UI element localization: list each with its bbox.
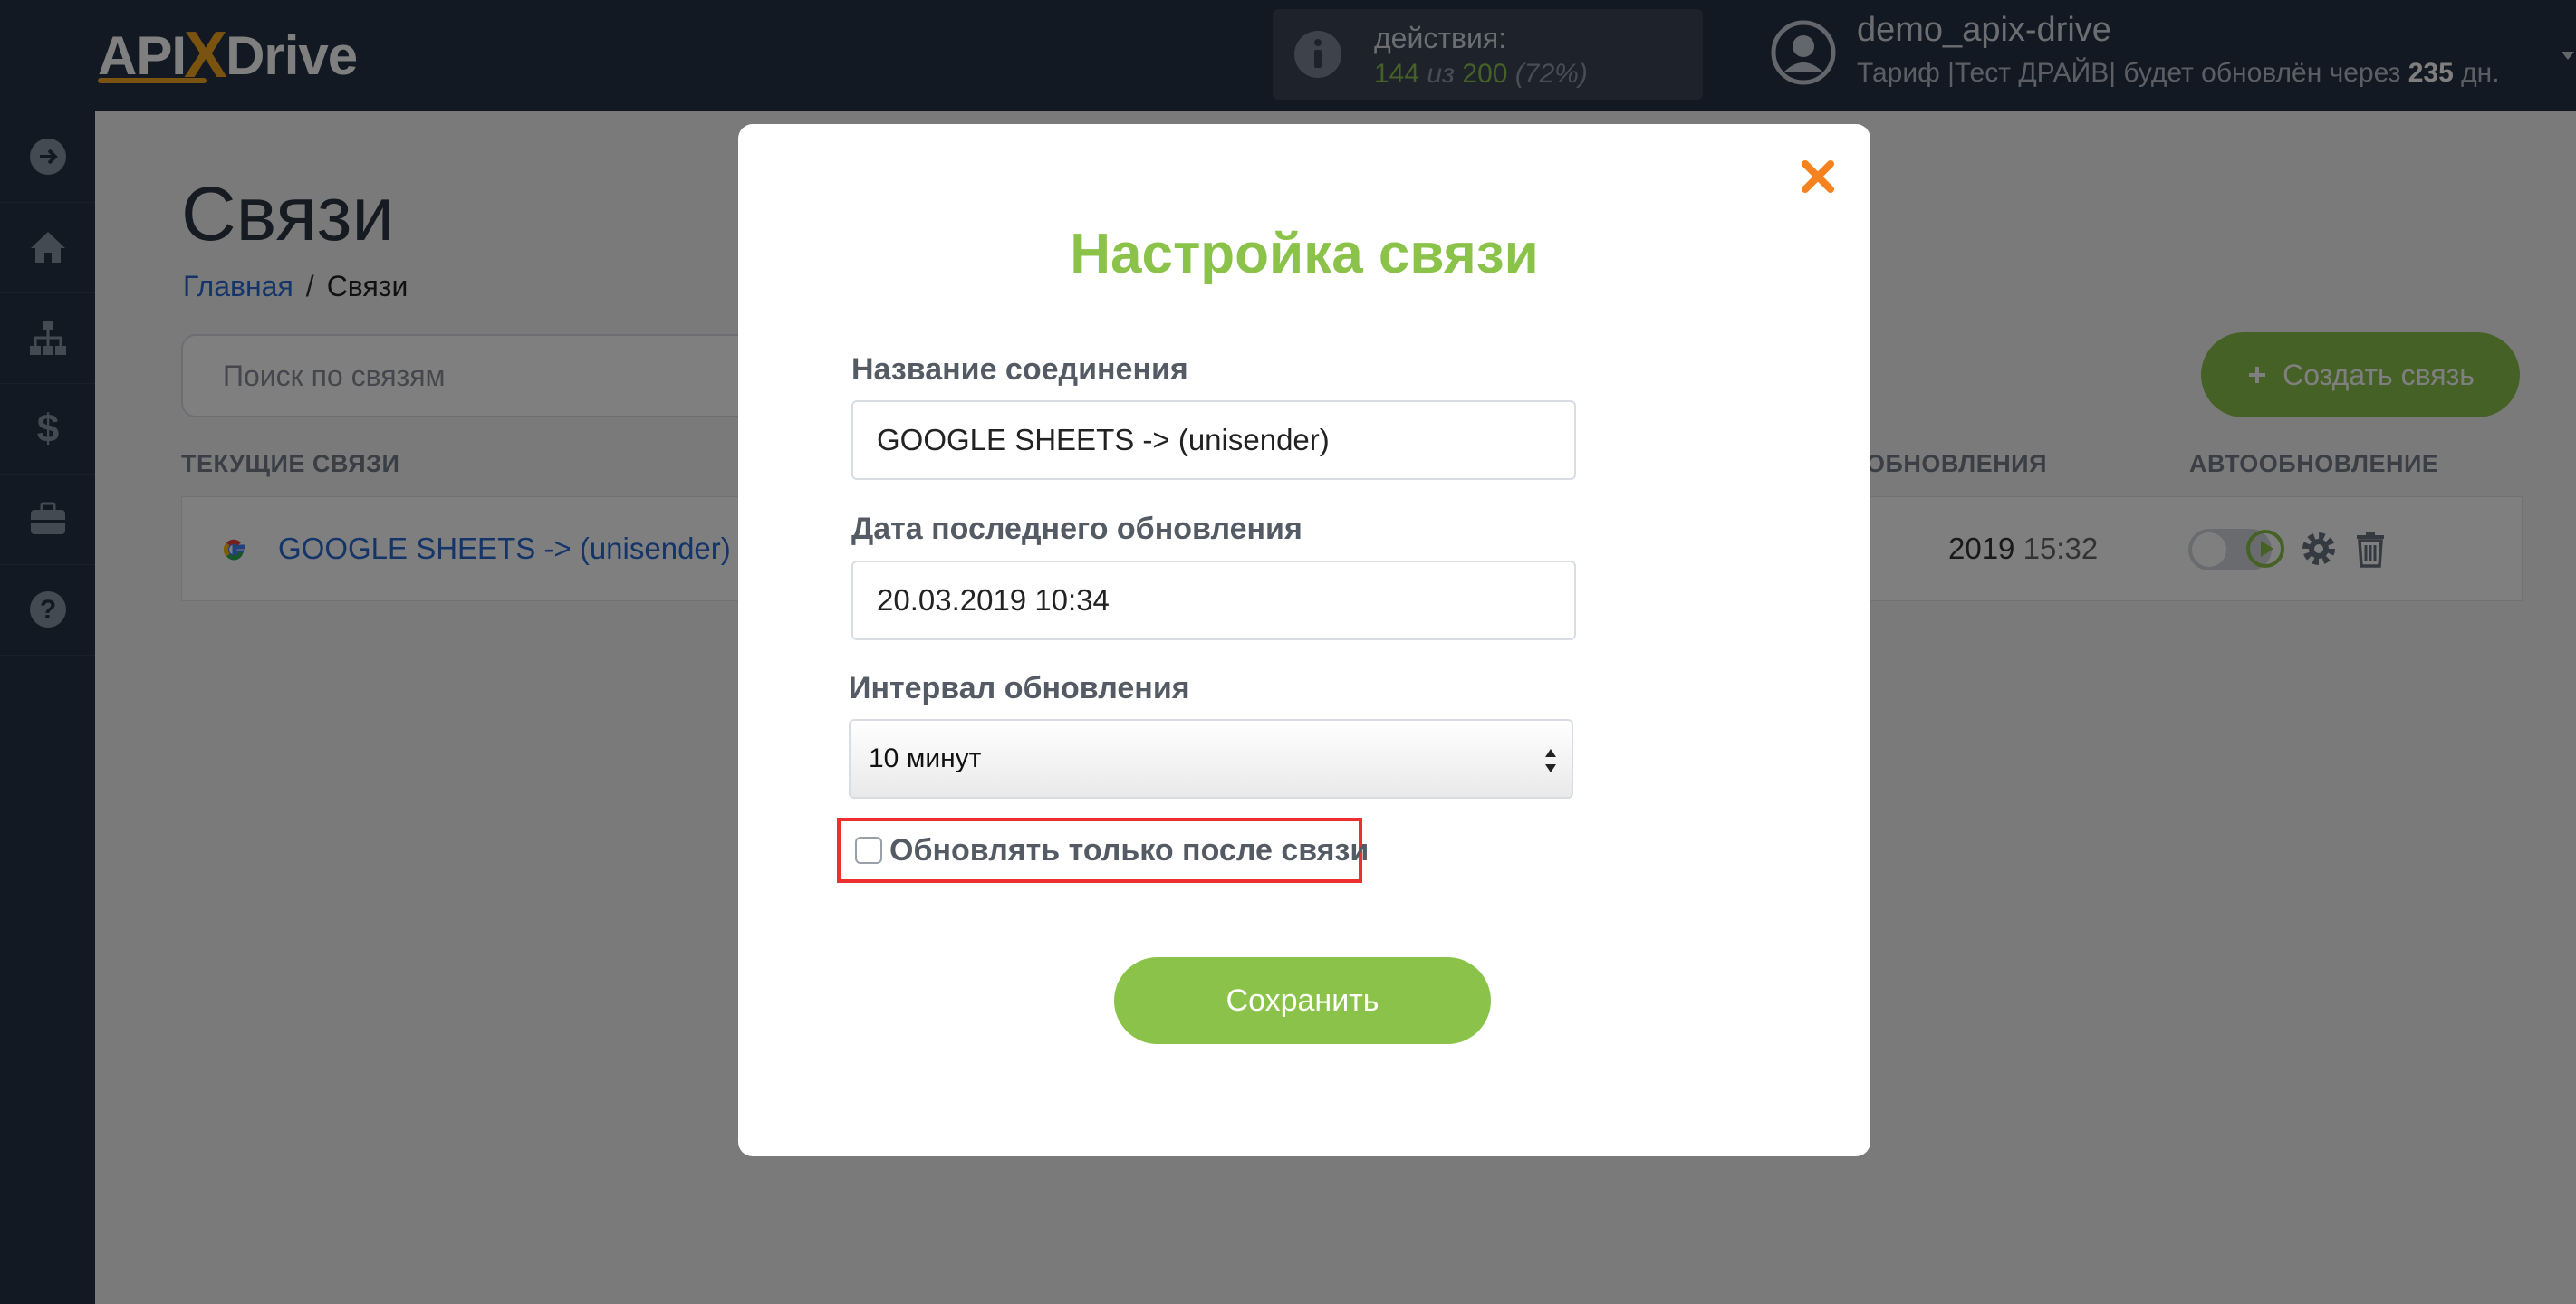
update-after-connection-highlight: Обновлять только после связи bbox=[837, 818, 1369, 883]
connection-settings-modal: Настройка связи Название соединения GOOG… bbox=[738, 124, 1870, 1156]
update-after-connection-label[interactable]: Обновлять только после связи bbox=[889, 833, 1369, 868]
select-arrows-icon bbox=[1545, 749, 1556, 772]
last-update-label: Дата последнего обновления bbox=[851, 512, 1302, 546]
update-interval-label: Интервал обновления bbox=[849, 671, 1190, 705]
connection-name-input[interactable]: GOOGLE SHEETS -> (unisender) bbox=[851, 400, 1576, 480]
update-interval-select[interactable]: 10 минут bbox=[849, 719, 1573, 799]
last-update-input[interactable]: 20.03.2019 10:34 bbox=[851, 561, 1576, 640]
save-button[interactable]: Сохранить bbox=[1114, 957, 1491, 1044]
close-icon[interactable] bbox=[1800, 158, 1836, 195]
modal-title: Настройка связи bbox=[1070, 223, 1539, 285]
update-after-connection-checkbox[interactable] bbox=[855, 837, 882, 864]
update-interval-value: 10 минут bbox=[869, 743, 982, 773]
connection-name-label: Название соединения bbox=[851, 352, 1188, 387]
